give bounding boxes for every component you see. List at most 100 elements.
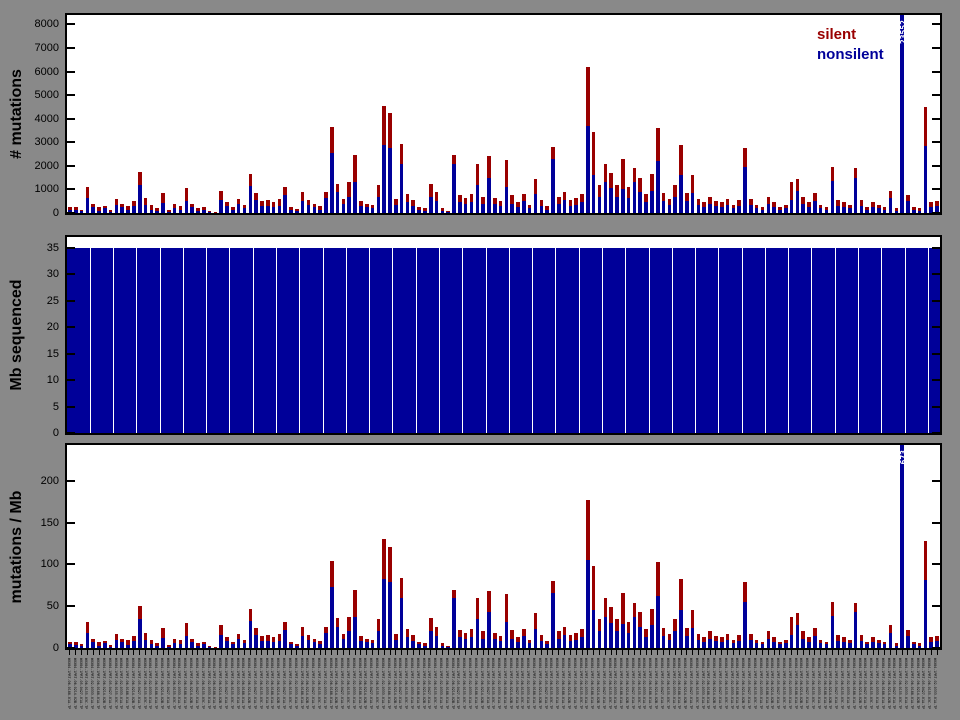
bar-stack bbox=[917, 208, 922, 213]
bar-stack bbox=[475, 163, 480, 213]
bar-stack bbox=[492, 197, 497, 213]
bar-nonsilent-segment bbox=[603, 182, 608, 213]
bar-nonsilent-segment bbox=[388, 582, 392, 648]
bar-stack bbox=[667, 633, 672, 648]
x-tick bbox=[744, 650, 746, 655]
bar-stack bbox=[370, 204, 375, 213]
bar-stack bbox=[487, 156, 491, 213]
bar-stack bbox=[539, 634, 544, 648]
bar-nonsilent-segment bbox=[137, 184, 142, 213]
bar-nonsilent-segment bbox=[475, 184, 480, 213]
bar-stack bbox=[324, 626, 328, 648]
x-tick bbox=[424, 650, 426, 655]
bar-nonsilent-segment bbox=[725, 639, 730, 648]
x-tick bbox=[511, 650, 513, 655]
bar-nonsilent-segment bbox=[219, 634, 223, 648]
x-tick bbox=[261, 650, 263, 655]
bar-stack bbox=[685, 627, 689, 648]
bar-stack bbox=[906, 630, 910, 648]
bar-nonsilent-segment bbox=[877, 643, 881, 648]
x-tick bbox=[750, 650, 752, 655]
x-tick bbox=[703, 650, 705, 655]
x-tick-label-text: W0X84-1PRT-05-0427-01A-TP bbox=[253, 658, 257, 710]
x-tick-label-text: W0X84-1PRT-02-0333-01A-TP bbox=[845, 658, 850, 710]
x-tick-label-text: W0X84-1PRT-06-0188-01A-TP bbox=[125, 658, 129, 710]
bar-nonsilent-segment bbox=[178, 209, 183, 213]
bar-nonsilent-segment bbox=[836, 205, 840, 213]
x-tick bbox=[342, 650, 344, 655]
bar-nonsilent-segment bbox=[871, 207, 875, 213]
x-tick bbox=[296, 650, 298, 655]
x-tick bbox=[930, 650, 932, 655]
bar-stack bbox=[749, 633, 753, 648]
bar-nonsilent-segment bbox=[871, 642, 875, 648]
bar-nonsilent-segment bbox=[894, 645, 899, 648]
x-tick bbox=[855, 650, 857, 655]
x-tick bbox=[162, 650, 164, 655]
bar-stack bbox=[877, 204, 881, 213]
x-tick bbox=[924, 650, 926, 655]
x-tick bbox=[267, 650, 269, 655]
y-tick bbox=[932, 563, 940, 566]
bar-stack bbox=[190, 638, 194, 648]
bar-nonsilent-segment bbox=[132, 640, 136, 648]
bar-nonsilent-segment bbox=[137, 619, 142, 648]
bar-stack bbox=[382, 539, 386, 648]
x-tick-label-text: W0X84-1PRT-06-0214-02B-TP bbox=[247, 658, 251, 710]
bar-stack bbox=[446, 210, 450, 213]
bar-nonsilent-segment bbox=[708, 203, 712, 213]
y-tick-label: 20 bbox=[46, 321, 59, 334]
bar-nonsilent-segment bbox=[167, 211, 171, 213]
bar-stack bbox=[644, 628, 648, 648]
bar-nonsilent-segment bbox=[236, 638, 241, 648]
x-tick bbox=[732, 650, 734, 655]
x-tick bbox=[284, 650, 286, 655]
bar-nonsilent-segment bbox=[545, 644, 549, 648]
bar-nonsilent-segment bbox=[510, 203, 514, 213]
x-tick bbox=[709, 650, 711, 655]
bar-stack bbox=[702, 202, 707, 213]
bar-nonsilent-segment bbox=[172, 642, 177, 648]
bar-stack bbox=[533, 613, 538, 648]
bar-nonsilent-segment bbox=[126, 645, 130, 648]
bar-stack bbox=[388, 112, 392, 213]
x-tick bbox=[674, 650, 676, 655]
bar-stack bbox=[126, 640, 130, 648]
bar-stack bbox=[847, 204, 852, 213]
bar-nonsilent-segment bbox=[295, 645, 299, 648]
x-tick bbox=[145, 650, 147, 655]
bar-stack bbox=[143, 633, 148, 648]
bar-nonsilent-segment bbox=[766, 638, 771, 648]
bar-nonsilent-segment bbox=[673, 631, 677, 648]
bar-stack bbox=[551, 147, 555, 213]
y-tick bbox=[67, 70, 75, 73]
bar-nonsilent-segment bbox=[248, 185, 253, 213]
x-tick-label-text: W0X84-1PRT-02-0333-01A-TP bbox=[642, 658, 647, 710]
y-tick-label: 8000 bbox=[34, 18, 59, 31]
bar-stack bbox=[667, 198, 672, 213]
x-tick-label-text: W0X84-1PRT-06-0214-02B-TP bbox=[334, 658, 339, 710]
bar-separator bbox=[881, 247, 883, 433]
x-tick bbox=[482, 650, 484, 655]
y-tick-label: 4000 bbox=[34, 112, 59, 125]
bar-stack bbox=[685, 193, 689, 213]
x-tick-label-text: W0X84-1PRT-06-0188-01A-TP bbox=[473, 658, 478, 710]
bar-nonsilent-segment bbox=[120, 207, 125, 213]
bar-stack bbox=[580, 194, 584, 213]
x-tick bbox=[593, 650, 595, 655]
x-tick bbox=[820, 650, 822, 655]
sequenced-bars-block bbox=[67, 247, 940, 433]
bar-stack bbox=[353, 589, 357, 648]
bar-nonsilent-segment bbox=[551, 158, 555, 213]
y-tick bbox=[932, 432, 940, 434]
bar-stack bbox=[225, 201, 229, 213]
x-tick bbox=[831, 650, 833, 655]
bar-stack bbox=[859, 634, 864, 648]
x-tick-label-text: W0X84-1PRT-05-0427-01A-TP bbox=[485, 658, 490, 710]
bar-nonsilent-segment bbox=[271, 642, 276, 648]
x-tick bbox=[843, 650, 845, 655]
x-tick-label-text: W0X84-1PRT-06-0155-03C-TP bbox=[346, 658, 350, 710]
bar-nonsilent-segment bbox=[847, 208, 852, 213]
x-tick bbox=[517, 650, 519, 655]
bar-stack bbox=[312, 638, 317, 648]
